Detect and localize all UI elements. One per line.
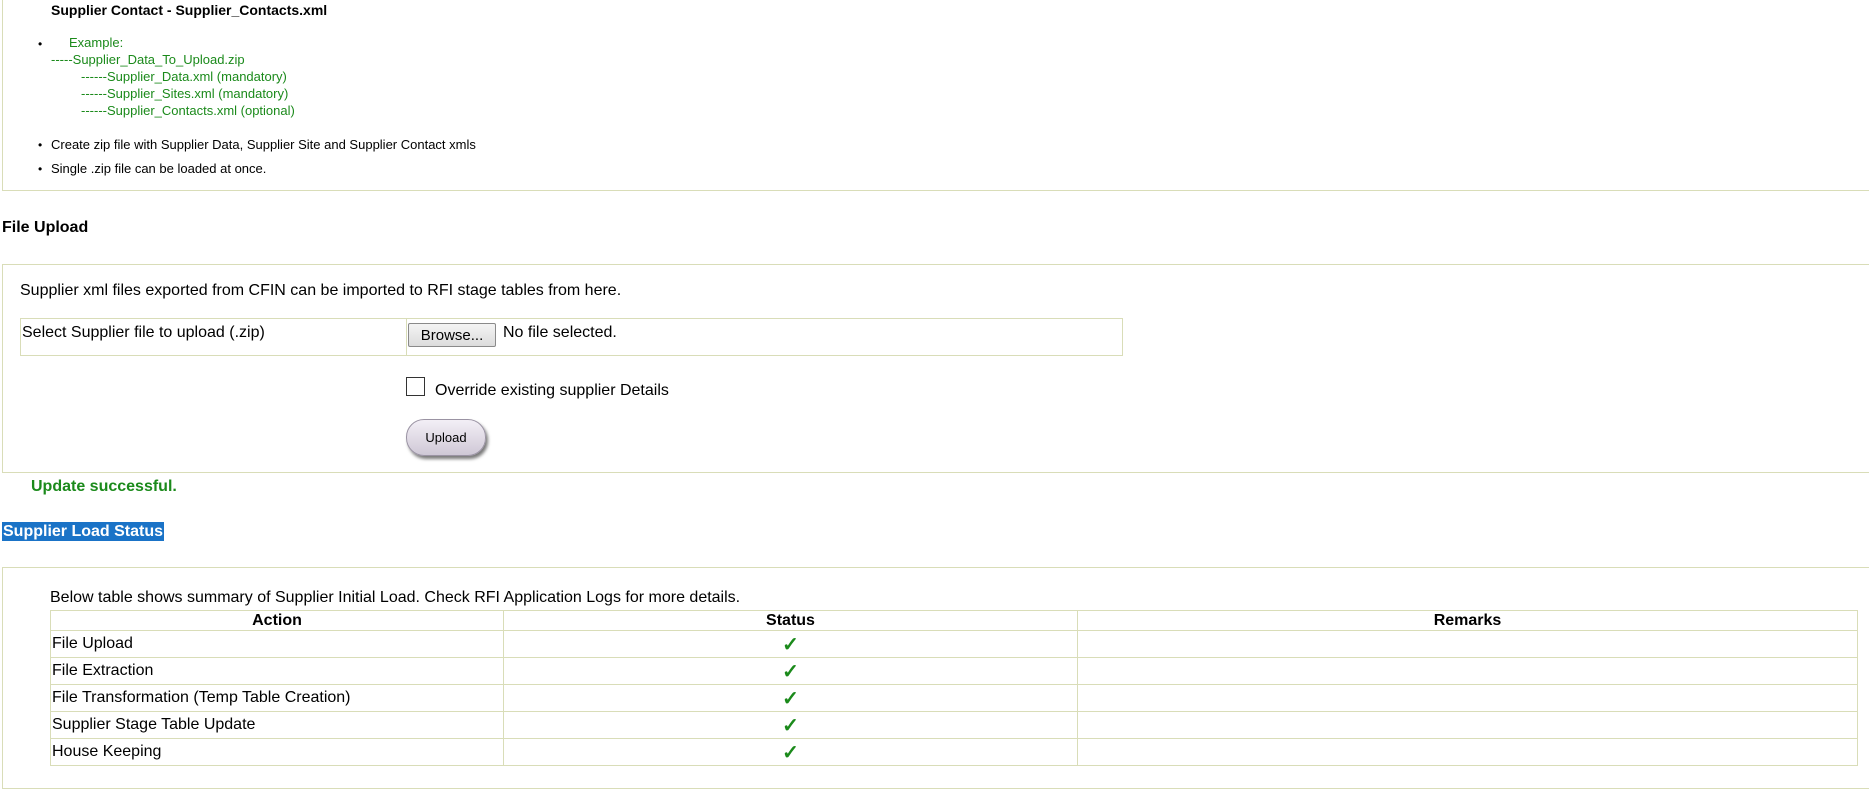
- bullet-icon: •: [38, 162, 43, 176]
- table-row: File Transformation (Temp Table Creation…: [50, 684, 1858, 712]
- table-row: File Upload ✓: [50, 630, 1858, 658]
- file-status-text: No file selected.: [503, 324, 617, 341]
- override-checkbox[interactable]: [406, 377, 425, 396]
- zip-item: ------Supplier_Contacts.xml (optional): [81, 103, 295, 118]
- checkmark-icon: ✓: [503, 738, 1078, 766]
- remarks-cell: [1077, 630, 1858, 658]
- table-row: File Extraction ✓: [50, 657, 1858, 685]
- status-description: Below table shows summary of Supplier In…: [50, 589, 741, 606]
- remarks-cell: [1077, 738, 1858, 766]
- checkmark-icon: ✓: [503, 684, 1078, 712]
- checkmark-icon: ✓: [503, 657, 1078, 685]
- supplier-contact-title: Supplier Contact - Supplier_Contacts.xml: [51, 2, 328, 18]
- instruction-item: Create zip file with Supplier Data, Supp…: [51, 137, 476, 152]
- table-row: House Keeping ✓: [50, 738, 1858, 766]
- supplier-load-status-heading: Supplier Load Status: [2, 522, 165, 541]
- upload-button[interactable]: Upload: [406, 419, 486, 456]
- instruction-item: Single .zip file can be loaded at once.: [51, 161, 267, 176]
- action-cell: File Transformation (Temp Table Creation…: [50, 684, 504, 712]
- bullet-icon: •: [38, 138, 43, 152]
- zip-name: -----Supplier_Data_To_Upload.zip: [51, 52, 245, 67]
- action-cell: File Upload: [50, 630, 504, 658]
- table-row: Supplier Stage Table Update ✓: [50, 711, 1858, 739]
- status-table: Action Status Remarks File Upload ✓ File…: [50, 610, 1858, 766]
- upload-description: Supplier xml files exported from CFIN ca…: [20, 282, 622, 299]
- action-cell: House Keeping: [50, 738, 504, 766]
- remarks-cell: [1077, 684, 1858, 712]
- zip-item: ------Supplier_Sites.xml (mandatory): [81, 86, 289, 101]
- zip-item: ------Supplier_Data.xml (mandatory): [81, 69, 287, 84]
- remarks-cell: [1077, 711, 1858, 739]
- action-cell: File Extraction: [50, 657, 504, 685]
- checkmark-icon: ✓: [503, 630, 1078, 658]
- checkmark-icon: ✓: [503, 711, 1078, 739]
- remarks-cell: [1077, 657, 1858, 685]
- bullet-icon: •: [38, 37, 43, 51]
- action-cell: Supplier Stage Table Update: [50, 711, 504, 739]
- success-message: Update successful.: [31, 478, 177, 495]
- file-upload-heading: File Upload: [2, 219, 89, 236]
- browse-button[interactable]: Browse...: [408, 323, 496, 347]
- column-header-action: Action: [50, 610, 504, 631]
- select-file-label: Select Supplier file to upload (.zip): [22, 324, 265, 341]
- column-header-status: Status: [503, 610, 1078, 631]
- column-header-remarks: Remarks: [1077, 610, 1858, 631]
- override-label: Override existing supplier Details: [435, 382, 669, 399]
- example-label: Example:: [69, 35, 124, 50]
